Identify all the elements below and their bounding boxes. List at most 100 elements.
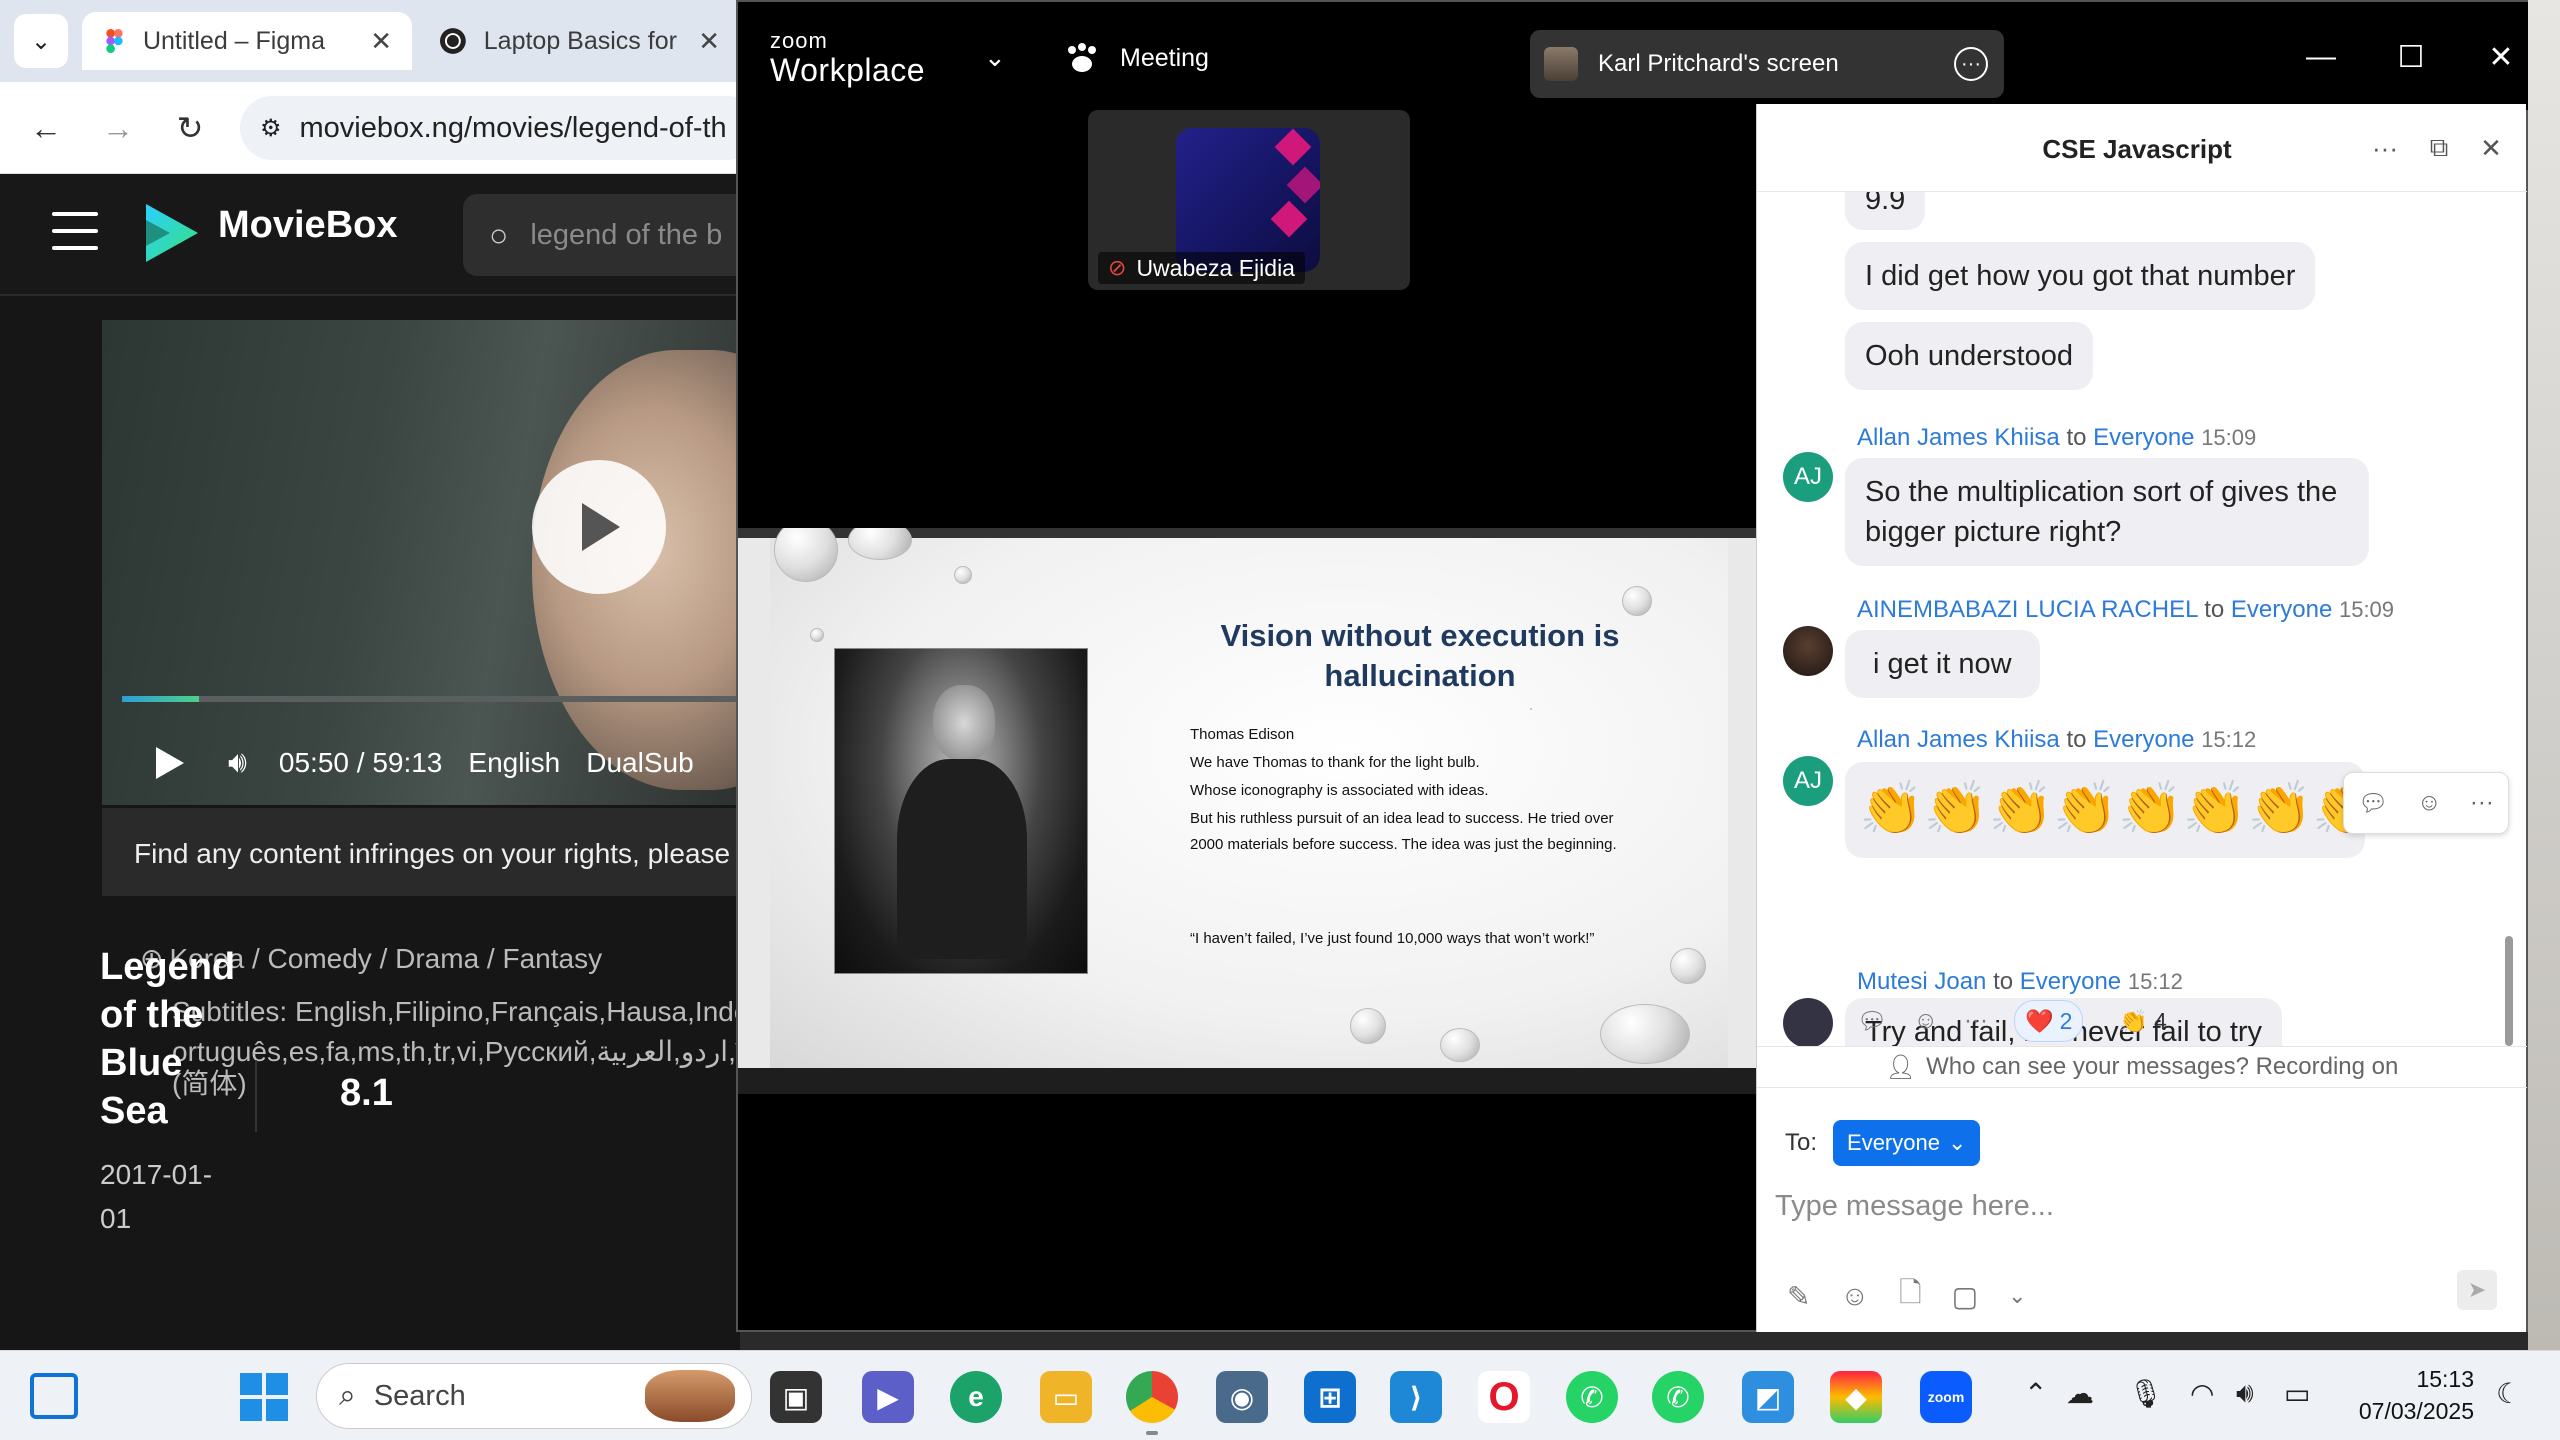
- site-settings-icon[interactable]: ⚙: [260, 114, 282, 143]
- microsoft-store-icon[interactable]: ⊞: [1304, 1371, 1356, 1423]
- play-icon[interactable]: [152, 745, 186, 781]
- moviebox-logo-text[interactable]: MovieBox: [218, 204, 397, 247]
- dualsub-button[interactable]: DualSub: [586, 747, 693, 779]
- camera-icon[interactable]: ◉: [1216, 1371, 1268, 1423]
- format-text-icon[interactable]: ✎: [1787, 1280, 1810, 1313]
- vscode-icon[interactable]: ⟩: [1390, 1371, 1442, 1423]
- recipient-dropdown[interactable]: Everyone ⌄: [1833, 1120, 1981, 1166]
- whatsapp-icon[interactable]: ✆: [1566, 1371, 1618, 1423]
- teams-chat-icon[interactable]: ▶: [862, 1371, 914, 1423]
- maximize-icon[interactable]: ☐: [2386, 32, 2436, 82]
- play-button-large[interactable]: [532, 460, 666, 594]
- close-tab-icon[interactable]: ✕: [370, 26, 392, 57]
- reaction-count: 4: [2154, 1007, 2167, 1034]
- screen-share-indicator[interactable]: Karl Pritchard's screen ···: [1530, 30, 2004, 98]
- tab-search-button[interactable]: ⌄: [14, 14, 68, 68]
- chat-bubble-emoji: 👏👏👏👏👏👏👏👏: [1845, 762, 2365, 858]
- minimize-icon[interactable]: —: [2296, 32, 2346, 82]
- volume-icon[interactable]: 🔊︎: [2236, 1377, 2254, 1410]
- openai-icon: [439, 28, 466, 54]
- privacy-notice[interactable]: 👤︎ Who can see your messages? Recording …: [1757, 1046, 2527, 1088]
- widgets-icon[interactable]: [30, 1373, 78, 1419]
- tab-title: Laptop Basics for E: [483, 26, 683, 55]
- moon-icon[interactable]: ☾: [2496, 1377, 2521, 1410]
- photos-icon[interactable]: ◩: [1742, 1371, 1794, 1423]
- wifi-icon[interactable]: ◠: [2190, 1377, 2214, 1410]
- message-input[interactable]: [1775, 1178, 2495, 1234]
- shared-screen: Vision without execution is hallucinatio…: [738, 528, 1768, 1094]
- windows-start-icon[interactable]: [240, 1373, 288, 1421]
- pop-out-icon[interactable]: ⧉: [2419, 128, 2459, 168]
- avatar: [1783, 626, 1833, 676]
- search-icon: ○: [489, 216, 509, 253]
- sender-name[interactable]: Allan James Khiisa: [1857, 424, 2060, 451]
- chevron-down-icon[interactable]: ⌄: [2008, 1283, 2026, 1309]
- reload-icon[interactable]: ↻: [166, 104, 214, 152]
- opera-icon[interactable]: O: [1478, 1371, 1530, 1423]
- microphone-icon[interactable]: 🎙︎: [2128, 1377, 2164, 1410]
- moviebox-logo-icon[interactable]: [140, 200, 204, 266]
- whatsapp-icon[interactable]: ✆: [1652, 1371, 1704, 1423]
- more-icon[interactable]: ···: [1964, 1007, 1988, 1035]
- file-icon[interactable]: 🗋: [1899, 1272, 1922, 1320]
- privacy-text: Who can see your messages? Recording on: [1926, 1053, 2399, 1080]
- sender-name[interactable]: Allan James Khiisa: [1857, 726, 2060, 753]
- chrome-icon[interactable]: [1126, 1371, 1178, 1435]
- movie-title: Legend of the Blue Sea: [100, 946, 236, 1132]
- bluestacks-icon[interactable]: ◆: [1830, 1371, 1882, 1423]
- send-button[interactable]: ➤: [2457, 1270, 2497, 1310]
- onedrive-icon[interactable]: ☁: [2066, 1377, 2094, 1410]
- search-icon: ⌕: [339, 1379, 356, 1412]
- chevron-down-icon: ⌄: [1947, 1130, 1967, 1155]
- participant-tile[interactable]: ⊘ Uwabeza Ejidia: [1088, 110, 1410, 290]
- zoom-icon[interactable]: zoom: [1920, 1371, 1972, 1423]
- chevron-up-icon[interactable]: ⌃: [2024, 1377, 2047, 1410]
- file-explorer-icon[interactable]: ▭: [1040, 1371, 1092, 1423]
- tab-title: Untitled – Figma: [142, 26, 325, 55]
- emoji-icon[interactable]: ☺: [1840, 1280, 1869, 1312]
- presenter-avatar: [1544, 47, 1578, 81]
- chat-scrollbar[interactable]: [2505, 936, 2513, 1046]
- taskbar-search[interactable]: ⌕ Search: [316, 1363, 752, 1429]
- chevron-down-icon[interactable]: ⌄: [984, 42, 1006, 73]
- message-hover-actions: 💬︎ ☺ ···: [2343, 772, 2509, 834]
- screenshot-icon[interactable]: ▢: [1952, 1280, 1978, 1313]
- audio-language[interactable]: English: [468, 747, 560, 779]
- sender-name[interactable]: AINEMBABAZI LUCIA RACHEL: [1857, 596, 2198, 623]
- system-clock[interactable]: 15:13 07/03/2025: [2344, 1363, 2474, 1427]
- close-tab-icon[interactable]: ✕: [698, 26, 720, 57]
- forward-arrow-icon[interactable]: →: [94, 104, 142, 152]
- battery-icon[interactable]: ▭: [2284, 1377, 2310, 1410]
- tab-figma[interactable]: Untitled – Figma ✕: [82, 12, 412, 70]
- video-player[interactable]: 🔊︎ 05:50 / 59:13 English DualSub: [102, 320, 740, 805]
- volume-icon[interactable]: 🔊︎: [228, 746, 247, 780]
- hamburger-menu-icon[interactable]: [52, 212, 98, 250]
- droplet: [1440, 1028, 1480, 1062]
- add-reaction-icon[interactable]: ☺: [1913, 1007, 1938, 1035]
- more-icon[interactable]: ···: [2365, 128, 2405, 168]
- close-window-icon[interactable]: ✕: [2476, 32, 2526, 82]
- droplet: [1530, 708, 1532, 710]
- recipient-name: Everyone: [2019, 968, 2122, 995]
- sender-name[interactable]: Mutesi Joan: [1857, 968, 1986, 995]
- reply-icon[interactable]: 💬︎: [2358, 789, 2388, 818]
- reply-icon[interactable]: 💬︎: [1857, 1007, 1887, 1036]
- tab-laptop-basics[interactable]: Laptop Basics for E ✕: [418, 12, 740, 70]
- more-icon[interactable]: ···: [2470, 789, 2494, 817]
- add-reaction-icon[interactable]: ☺: [2417, 789, 2442, 817]
- task-view-icon[interactable]: ▣: [770, 1371, 822, 1423]
- more-options-icon[interactable]: ···: [1954, 47, 1988, 81]
- moviebox-search-input[interactable]: ○ legend of the b: [463, 194, 740, 276]
- close-chat-icon[interactable]: ✕: [2471, 128, 2511, 168]
- message-time: 15:12: [2127, 969, 2183, 994]
- reaction-heart[interactable]: ❤️ 2: [2013, 1000, 2084, 1042]
- reaction-clap[interactable]: 👏 4: [2109, 1000, 2176, 1042]
- edge-icon[interactable]: e: [950, 1371, 1002, 1423]
- meeting-menu[interactable]: Meeting: [1064, 42, 1209, 74]
- video-progress-bar[interactable]: [122, 696, 740, 702]
- message-time: 15:09: [2338, 597, 2395, 622]
- url-field[interactable]: ⚙ moviebox.ng/movies/legend-of-th: [240, 96, 740, 160]
- participant-name: Uwabeza Ejidia: [1136, 254, 1295, 281]
- chat-messages[interactable]: 9.9 I did get how you got that number Oo…: [1757, 192, 2505, 1046]
- back-arrow-icon[interactable]: ←: [22, 104, 70, 152]
